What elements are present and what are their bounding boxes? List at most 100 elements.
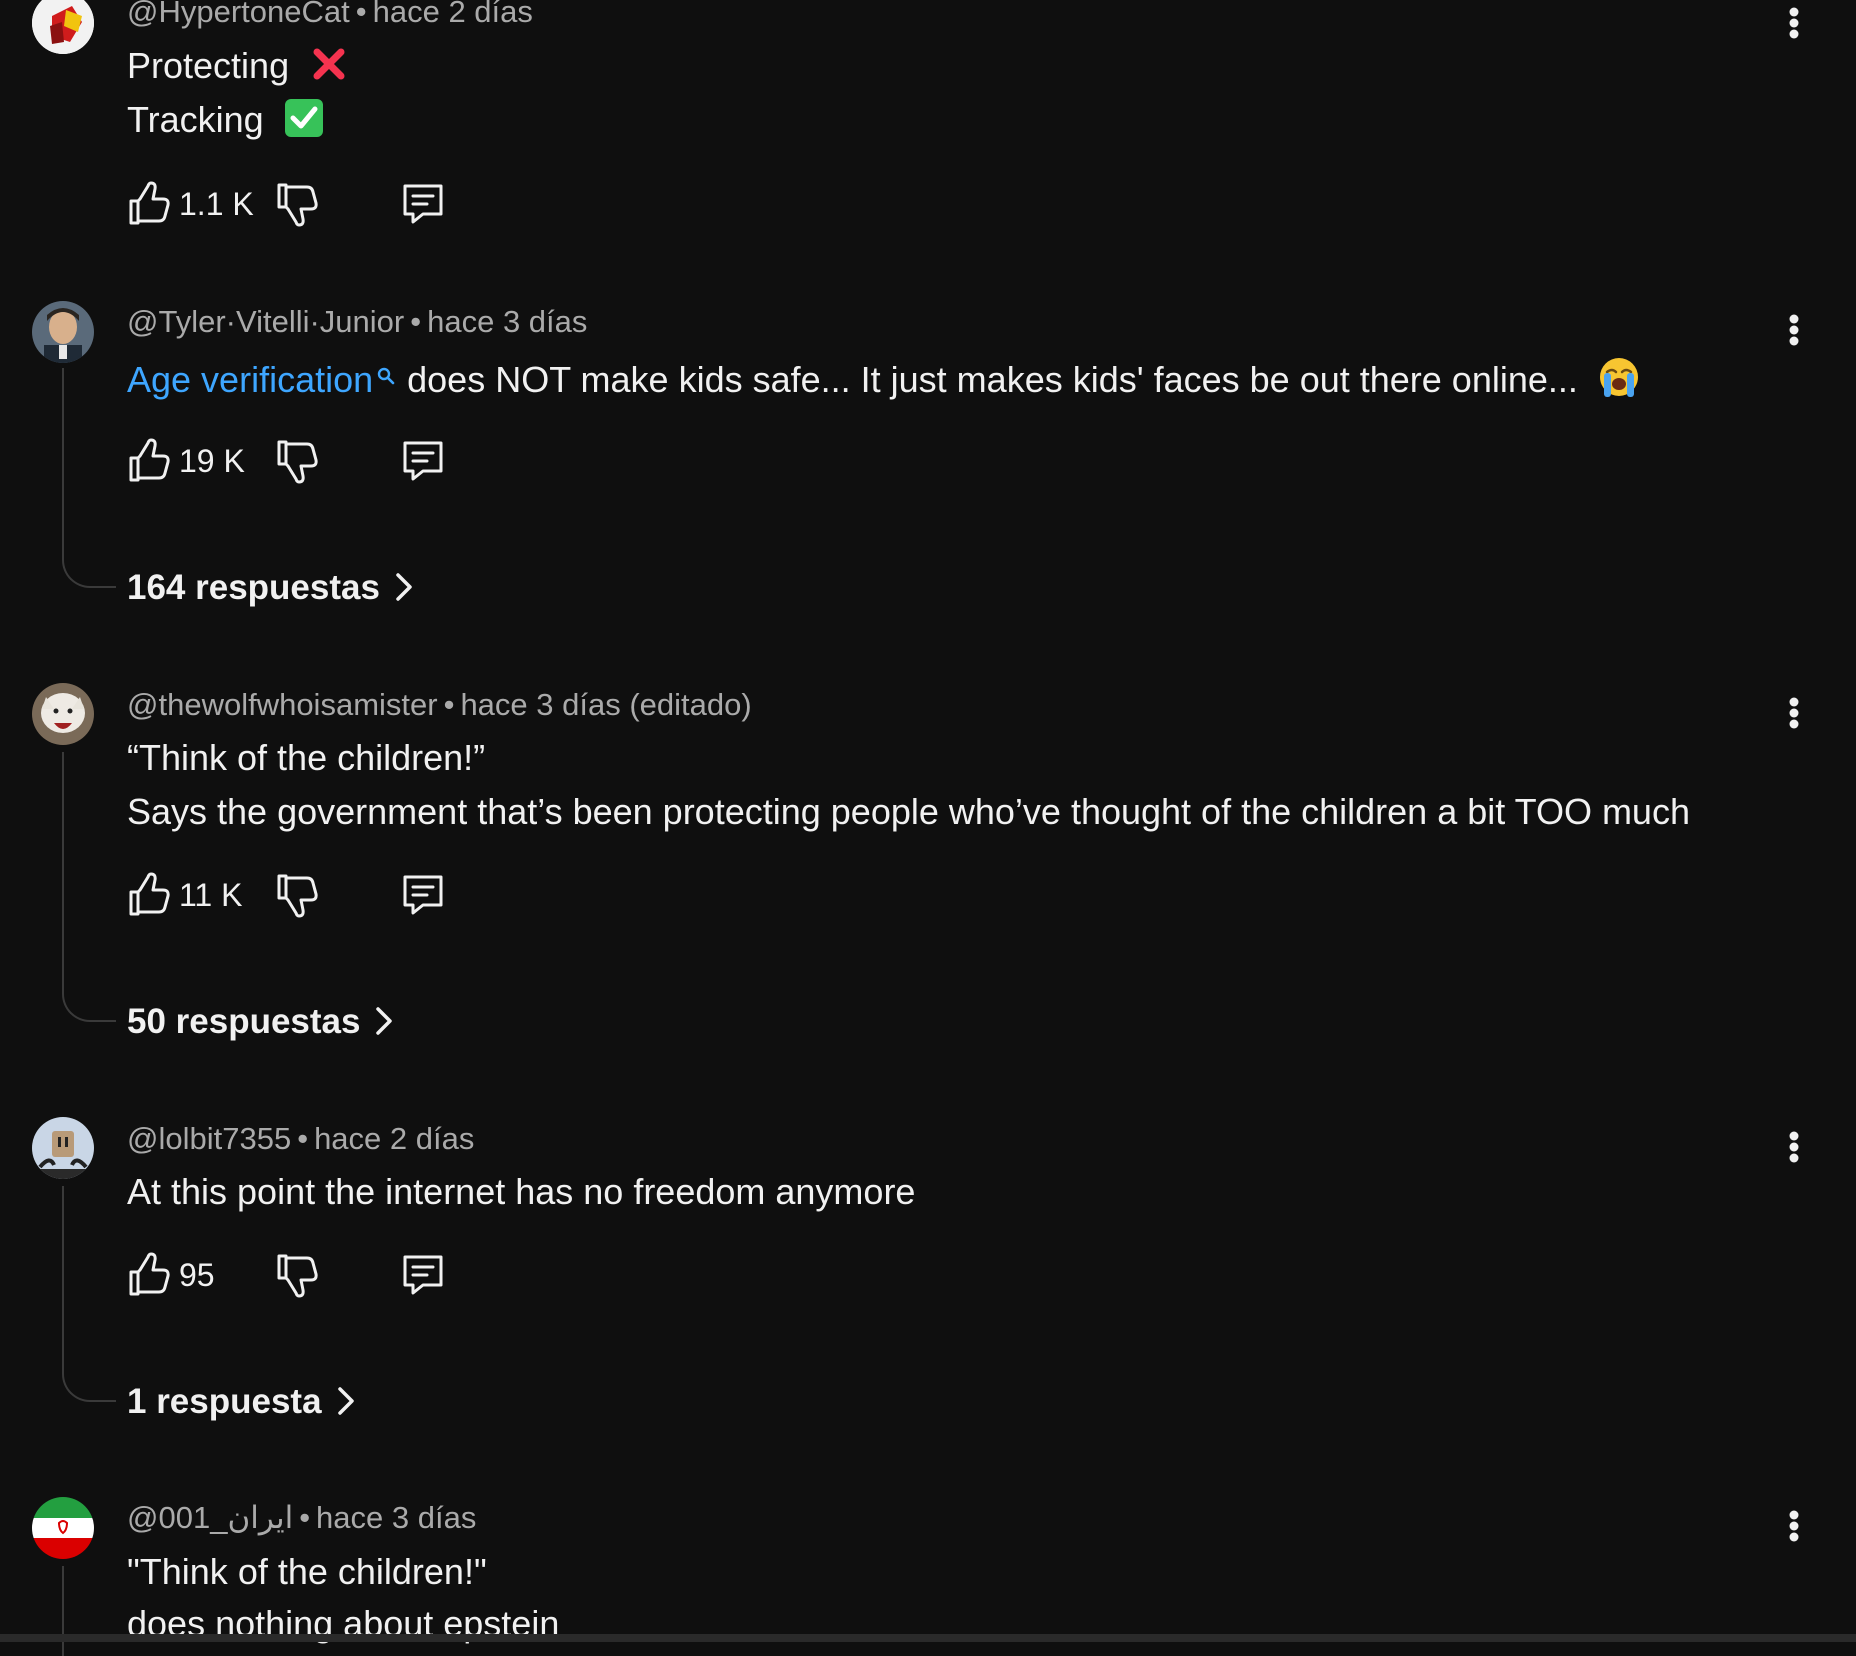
author-name[interactable]: @lolbit7355 (127, 1121, 291, 1156)
comment-icon (403, 184, 443, 224)
comment-actions: 95 (127, 1251, 467, 1299)
search-link[interactable]: Age verification (127, 359, 373, 400)
thumbs-up-icon (129, 872, 170, 916)
more-options-button[interactable] (1776, 0, 1812, 48)
avatar[interactable] (32, 1117, 94, 1179)
like-count: 19 K (179, 443, 245, 479)
more-vertical-icon (1789, 1510, 1799, 1542)
timestamp[interactable]: hace 3 días (editado) (460, 687, 751, 722)
meta-separator: • (410, 304, 422, 339)
loudly-crying-face-emoji (1598, 356, 1640, 407)
dislike-button[interactable] (275, 871, 319, 919)
meta-separator: • (297, 1121, 309, 1156)
reply-button[interactable] (401, 871, 445, 919)
like-button[interactable] (127, 437, 171, 485)
comment-text: “Think of the children!” (127, 737, 486, 778)
avatar[interactable] (32, 683, 94, 745)
timestamp[interactable]: hace 2 días (373, 0, 533, 29)
avatar[interactable] (32, 1497, 94, 1559)
more-vertical-icon (1789, 314, 1799, 346)
author-name[interactable]: @Tyler·Vitelli·Junior (127, 304, 404, 339)
comment-meta: @ایران_001 • hace 3 días (127, 1500, 476, 1536)
more-options-button[interactable] (1776, 690, 1812, 738)
replies-count: 164 respuestas (127, 568, 380, 607)
like-count: 95 (179, 1257, 215, 1293)
comment-text-line: Age verification does NOT make kids safe.… (127, 356, 1640, 407)
comment-text-line: Protecting (127, 44, 349, 93)
author-name[interactable]: @HypertoneCat (127, 0, 350, 29)
meta-separator: • (443, 687, 455, 722)
replies-count: 1 respuesta (127, 1382, 322, 1421)
view-replies-button[interactable]: 50 respuestas (127, 1002, 394, 1042)
comment-actions: 19 K (127, 437, 467, 485)
like-count: 11 K (179, 877, 243, 913)
avatar[interactable] (32, 301, 94, 363)
chevron-right-icon (337, 1387, 354, 1415)
comment-icon (403, 1255, 443, 1295)
more-vertical-icon (1789, 7, 1799, 39)
comment-text-line: “Think of the children!” (127, 737, 485, 779)
timestamp[interactable]: hace 3 días (316, 1500, 476, 1535)
comment-text-line: Says the government that’s been protecti… (127, 791, 1690, 833)
like-button[interactable] (127, 871, 171, 919)
reply-button[interactable] (401, 1251, 445, 1299)
dislike-button[interactable] (275, 1251, 319, 1299)
check-mark-button-emoji (284, 98, 324, 147)
cross-mark-emoji (309, 44, 349, 93)
comment-text: Tracking (127, 99, 264, 140)
thread-line (62, 1566, 116, 1656)
thumbs-up-icon (129, 1252, 170, 1296)
dislike-button[interactable] (275, 180, 319, 228)
timestamp[interactable]: hace 3 días (427, 304, 587, 339)
more-options-button[interactable] (1776, 307, 1812, 355)
more-vertical-icon (1789, 697, 1799, 729)
thumbs-down-icon (277, 183, 318, 227)
comment-text-line: At this point the internet has no freedo… (127, 1171, 915, 1213)
more-options-button[interactable] (1776, 1503, 1812, 1551)
author-name[interactable]: @thewolfwhoisamister (127, 687, 438, 722)
thumbs-down-icon (277, 874, 318, 918)
comment-text-line: Tracking (127, 98, 324, 147)
thread-line (62, 1186, 116, 1402)
comment-text: does NOT make kids safe... It just makes… (407, 359, 1578, 400)
thumbs-up-icon (129, 438, 170, 482)
thumbs-up-icon (129, 181, 170, 225)
more-options-button[interactable] (1776, 1124, 1812, 1172)
chevron-right-icon (376, 1007, 393, 1035)
reply-button[interactable] (401, 180, 445, 228)
thumbs-down-icon (277, 440, 318, 484)
comment-meta: @lolbit7355 • hace 2 días (127, 1121, 474, 1157)
comment-text: "Think of the children!" (127, 1551, 487, 1592)
meta-separator: • (299, 1500, 311, 1535)
timestamp[interactable]: hace 2 días (314, 1121, 474, 1156)
view-replies-button[interactable]: 164 respuestas (127, 568, 414, 608)
thread-line (62, 752, 116, 1022)
like-button[interactable] (127, 1251, 171, 1299)
more-vertical-icon (1789, 1131, 1799, 1163)
comment-actions: 1.1 K (127, 180, 467, 228)
replies-count: 50 respuestas (127, 1002, 361, 1041)
comment-text-line: "Think of the children!" (127, 1551, 487, 1593)
reply-button[interactable] (401, 437, 445, 485)
like-count: 1.1 K (179, 186, 254, 222)
search-icon[interactable] (377, 354, 395, 396)
comment-meta: @thewolfwhoisamister • hace 3 días (editad… (127, 687, 752, 723)
avatar[interactable] (32, 0, 94, 54)
view-replies-button[interactable]: 1 respuesta (127, 1382, 356, 1422)
comment-icon (403, 875, 443, 915)
comment-text: At this point the internet has no freedo… (127, 1171, 916, 1212)
comment-actions: 11 K (127, 871, 467, 919)
comment-icon (403, 441, 443, 481)
chevron-right-icon (396, 573, 412, 601)
comment-meta: @Tyler·Vitelli·Junior • hace 3 días (127, 304, 587, 340)
meta-separator: • (355, 0, 367, 29)
comment-meta: @HypertoneCat • hace 2 días (127, 0, 533, 30)
author-name[interactable]: @ایران_001 (127, 1500, 293, 1535)
bottom-edge (0, 1634, 1856, 1642)
like-button[interactable] (127, 180, 171, 228)
comment-text: Protecting (127, 45, 290, 86)
dislike-button[interactable] (275, 437, 319, 485)
comment-text: Says the government that’s been protecti… (127, 791, 1690, 832)
thumbs-down-icon (277, 1254, 318, 1298)
thread-line (62, 368, 116, 588)
